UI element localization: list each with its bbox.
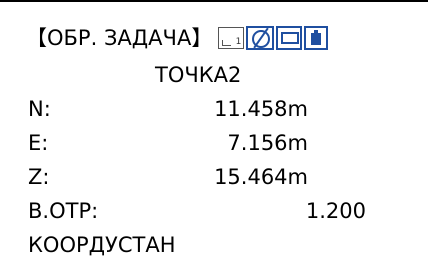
instrument-screen: 【ОБР. ЗАДАЧА】 1 ТОЧКА2 N: 11.458m E: 7.1… xyxy=(0,2,428,275)
point-name: ТОЧКА2 xyxy=(155,63,242,87)
easting-label: E: xyxy=(28,131,49,155)
elevation-value: 15.464m xyxy=(214,165,308,189)
northing-label: N: xyxy=(28,97,51,121)
reflector-height-label: В.ОТР: xyxy=(28,199,99,223)
coord-setup-softkey[interactable]: КООРДУСТАН xyxy=(28,230,175,260)
elevation-label: Z: xyxy=(28,165,50,189)
message-icon xyxy=(276,26,303,50)
prism-indicator-icon: 1 xyxy=(218,27,245,49)
screen-title: 【ОБР. ЗАДАЧА】 xyxy=(26,26,213,50)
northing-value: 11.458m xyxy=(214,97,308,121)
prism-indicator-value: 1 xyxy=(235,37,242,47)
reflector-height-value[interactable]: 1.200 xyxy=(248,196,366,226)
status-bar: 1 xyxy=(218,24,330,52)
target-icon xyxy=(246,26,275,50)
easting-value: 7.156m xyxy=(227,131,308,155)
header: 【ОБР. ЗАДАЧА】 1 xyxy=(26,20,330,56)
battery-icon xyxy=(304,26,329,50)
